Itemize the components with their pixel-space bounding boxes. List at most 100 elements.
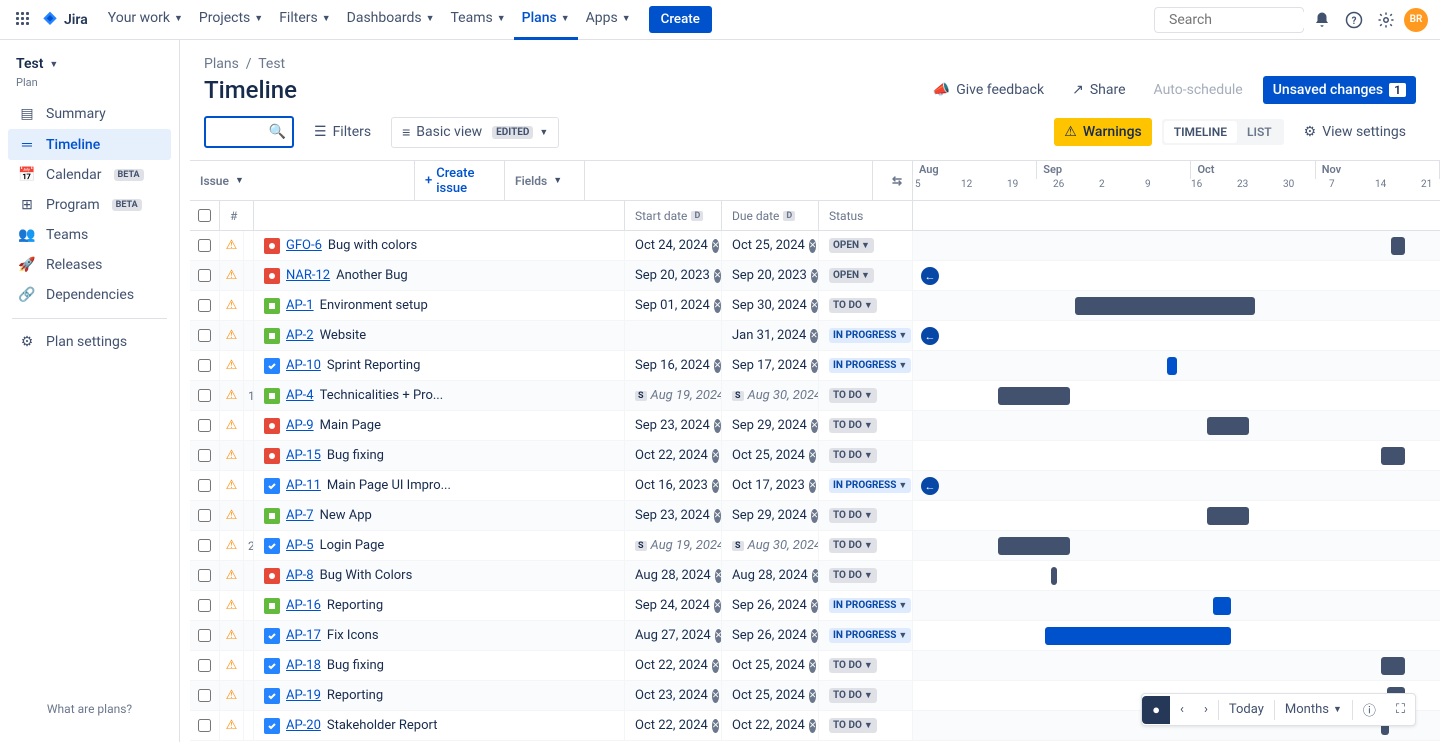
today-button[interactable]: Today bbox=[1219, 696, 1274, 723]
row-warning-icon[interactable]: ⚠ bbox=[220, 501, 244, 530]
status-badge[interactable]: IN PROGRESS ▼ bbox=[829, 328, 911, 343]
row-warning-icon[interactable]: ⚠ bbox=[220, 261, 244, 290]
offscreen-arrow-icon[interactable]: ← bbox=[921, 477, 939, 495]
row-checkbox[interactable] bbox=[190, 291, 220, 320]
date-cell[interactable]: Sep 24, 2024✕ bbox=[625, 591, 722, 620]
sidebar-item-summary[interactable]: ▤Summary bbox=[8, 99, 171, 129]
issue-key-link[interactable]: AP-19 bbox=[286, 688, 321, 703]
row-warning-icon[interactable]: ⚠ bbox=[220, 651, 244, 680]
clear-date-icon[interactable]: ✕ bbox=[809, 449, 817, 463]
date-cell[interactable]: Oct 24, 2024✕ bbox=[625, 231, 722, 260]
warnings-button[interactable]: ⚠Warnings bbox=[1054, 118, 1151, 146]
row-warning-icon[interactable]: ⚠ bbox=[220, 711, 244, 740]
issue-cell[interactable]: AP-8 Bug With Colors bbox=[254, 561, 625, 590]
issue-cell[interactable]: AP-2 Website bbox=[254, 321, 625, 350]
clear-date-icon[interactable]: ✕ bbox=[811, 509, 819, 523]
issue-key-link[interactable]: AP-5 bbox=[286, 538, 314, 553]
clear-date-icon[interactable]: ✕ bbox=[712, 449, 720, 463]
row-checkbox[interactable] bbox=[190, 591, 220, 620]
status-badge[interactable]: TO DO ▼ bbox=[829, 508, 877, 523]
notifications-icon[interactable] bbox=[1308, 6, 1336, 34]
row-warning-icon[interactable]: ⚠ bbox=[220, 471, 244, 500]
date-cell[interactable]: Sep 01, 2024✕ bbox=[625, 291, 722, 320]
clear-date-icon[interactable]: ✕ bbox=[811, 629, 819, 643]
status-cell[interactable]: OPEN ▼ bbox=[819, 231, 913, 260]
sidebar-item-releases[interactable]: 🚀Releases bbox=[8, 250, 171, 280]
clear-date-icon[interactable]: ✕ bbox=[809, 689, 817, 703]
date-cell[interactable]: Oct 22, 2024✕ bbox=[722, 711, 819, 740]
clear-date-icon[interactable]: ✕ bbox=[809, 659, 817, 673]
status-badge[interactable]: IN PROGRESS ▼ bbox=[829, 358, 911, 373]
row-checkbox[interactable] bbox=[190, 411, 220, 440]
date-cell[interactable]: Sep 20, 2023✕ bbox=[625, 261, 722, 290]
issue-cell[interactable]: AP-7 New App bbox=[254, 501, 625, 530]
gantt-row[interactable] bbox=[913, 411, 1440, 441]
clear-date-icon[interactable]: ✕ bbox=[712, 479, 720, 493]
issue-key-link[interactable]: AP-15 bbox=[286, 448, 321, 463]
tab-list[interactable]: LIST bbox=[1237, 121, 1282, 143]
row-warning-icon[interactable]: ⚠ bbox=[220, 291, 244, 320]
date-cell[interactable]: Oct 22, 2024✕ bbox=[625, 711, 722, 740]
clear-date-icon[interactable]: ✕ bbox=[712, 719, 720, 733]
date-cell[interactable]: Oct 22, 2024✕ bbox=[625, 651, 722, 680]
date-cell[interactable]: Sep 20, 2023✕ bbox=[722, 261, 819, 290]
status-badge[interactable]: IN PROGRESS ▼ bbox=[829, 628, 911, 643]
row-checkbox[interactable] bbox=[190, 441, 220, 470]
status-cell[interactable]: TO DO ▼ bbox=[819, 681, 913, 710]
date-cell[interactable]: Oct 25, 2024✕ bbox=[722, 651, 819, 680]
status-cell[interactable]: IN PROGRESS ▼ bbox=[819, 321, 913, 350]
clear-date-icon[interactable]: ✕ bbox=[714, 359, 722, 373]
status-cell[interactable]: IN PROGRESS ▼ bbox=[819, 621, 913, 650]
gantt-row[interactable]: ← bbox=[913, 261, 1440, 291]
date-cell[interactable]: Aug 28, 2024✕ bbox=[625, 561, 722, 590]
issue-key-link[interactable]: AP-17 bbox=[286, 628, 321, 643]
tab-timeline[interactable]: TIMELINE bbox=[1164, 121, 1237, 143]
date-cell[interactable]: Oct 25, 2024✕ bbox=[722, 681, 819, 710]
gantt-row[interactable] bbox=[913, 291, 1440, 321]
clear-date-icon[interactable]: ✕ bbox=[714, 599, 722, 613]
issue-cell[interactable]: AP-11 Main Page UI Impro... bbox=[254, 471, 625, 500]
create-button[interactable]: Create bbox=[649, 6, 712, 33]
gantt-row[interactable] bbox=[913, 381, 1440, 411]
date-cell[interactable]: Sep 23, 2024✕ bbox=[625, 411, 722, 440]
nav-item-projects[interactable]: Projects▼ bbox=[191, 0, 271, 40]
issue-key-link[interactable]: AP-7 bbox=[286, 508, 314, 523]
date-cell[interactable]: Oct 22, 2024✕ bbox=[625, 441, 722, 470]
status-cell[interactable]: OPEN ▼ bbox=[819, 261, 913, 290]
date-cell[interactable]: Sep 26, 2024✕ bbox=[722, 621, 819, 650]
nav-item-teams[interactable]: Teams▼ bbox=[443, 0, 514, 40]
row-warning-icon[interactable]: ⚠ bbox=[220, 441, 244, 470]
nav-item-plans[interactable]: Plans▼ bbox=[514, 0, 578, 40]
date-cell[interactable]: SAug 30, 2024 bbox=[722, 531, 819, 560]
scroll-start-button[interactable]: ● bbox=[1142, 696, 1170, 724]
status-badge[interactable]: OPEN ▼ bbox=[829, 238, 874, 253]
nav-item-dashboards[interactable]: Dashboards▼ bbox=[339, 0, 443, 40]
sidebar-item-timeline[interactable]: ═Timeline bbox=[8, 129, 171, 160]
row-warning-icon[interactable]: ⚠ bbox=[220, 531, 244, 560]
gantt-row[interactable] bbox=[913, 621, 1440, 651]
issue-cell[interactable]: AP-19 Reporting bbox=[254, 681, 625, 710]
offscreen-arrow-icon[interactable]: ← bbox=[921, 267, 939, 285]
clear-date-icon[interactable]: ✕ bbox=[712, 689, 720, 703]
gantt-row[interactable]: ← bbox=[913, 471, 1440, 501]
clear-date-icon[interactable]: ✕ bbox=[809, 479, 817, 493]
filters-button[interactable]: ☰Filters bbox=[304, 118, 381, 146]
nav-item-apps[interactable]: Apps▼ bbox=[578, 0, 639, 40]
issue-key-link[interactable]: AP-9 bbox=[286, 418, 314, 433]
status-cell[interactable]: IN PROGRESS ▼ bbox=[819, 591, 913, 620]
clear-date-icon[interactable]: ✕ bbox=[811, 269, 819, 283]
column-status[interactable]: Status bbox=[819, 201, 913, 230]
date-cell[interactable]: Sep 17, 2024✕ bbox=[722, 351, 819, 380]
row-warning-icon[interactable]: ⚠ bbox=[220, 321, 244, 350]
status-badge[interactable]: TO DO ▼ bbox=[829, 388, 877, 403]
status-badge[interactable]: TO DO ▼ bbox=[829, 688, 877, 703]
view-mode-button[interactable]: ≡ Basic view EDITED ▼ bbox=[391, 117, 559, 148]
issue-key-link[interactable]: AP-8 bbox=[286, 568, 314, 583]
issue-key-link[interactable]: AP-16 bbox=[286, 598, 321, 613]
row-warning-icon[interactable]: ⚠ bbox=[220, 591, 244, 620]
global-search[interactable] bbox=[1154, 7, 1304, 33]
status-badge[interactable]: TO DO ▼ bbox=[829, 448, 877, 463]
clear-date-icon[interactable]: ✕ bbox=[811, 599, 819, 613]
issue-key-link[interactable]: AP-1 bbox=[286, 298, 314, 313]
issue-key-link[interactable]: AP-11 bbox=[286, 478, 321, 493]
